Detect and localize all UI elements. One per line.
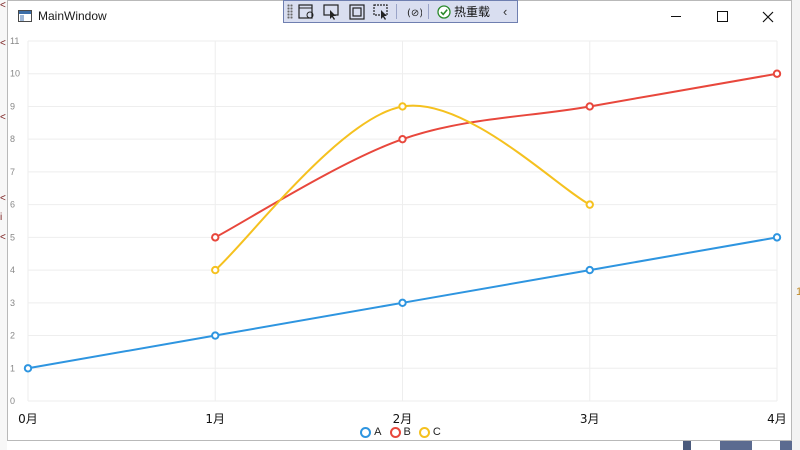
svg-text:(⊘): (⊘) [407,8,422,19]
close-button[interactable] [745,1,791,32]
background-ide-strip: < < < < i < [0,0,7,450]
hot-reload-button[interactable]: 热重载 [434,2,493,21]
app-window-icon [18,10,32,22]
y-tick-label: 5 [10,232,15,242]
legend-marker-icon [360,426,372,438]
y-tick-label: 4 [10,265,15,275]
background-ide-panel: 1 [792,0,800,450]
data-point-c [585,200,594,209]
y-tick-label: 9 [10,101,15,111]
legend-label: B [403,426,411,438]
main-window: MainWindow 0 1 2 3 4 5 6 7 8 9 10 11 0月 1月 2月 3月 4月 ABC [7,0,792,441]
y-tick-label: 1 [10,363,15,373]
y-tick-label: 11 [10,36,19,46]
line-chart: 012345678910110月 1月 2月 3月 4月 [10,36,787,424]
maximize-icon [716,11,728,22]
toolbar-separator [396,4,397,19]
live-tree-icon [298,3,314,19]
maximize-button[interactable] [699,1,745,32]
data-point-b [772,69,782,78]
y-tick-label: 10 [10,69,20,79]
data-point-b [211,233,220,242]
data-point-a [398,298,407,308]
legend-label: C [432,426,441,438]
live-visual-tree-button[interactable] [296,2,318,21]
toolbar-grip-icon[interactable] [287,4,293,19]
y-tick-label: 0 [10,396,15,406]
series-line-b [214,72,778,239]
xaml-debug-toolbar: (⊘) 热重载 ‹ [283,0,518,23]
y-tick-label: 7 [10,167,15,177]
data-point-b [398,134,407,144]
select-element-button[interactable] [321,2,343,21]
data-point-c [398,102,407,111]
legend-item-c[interactable]: C [418,426,441,438]
close-icon [762,11,774,22]
hot-reload-check-icon [437,4,451,19]
data-point-a [23,364,33,373]
select-element-icon [323,3,339,20]
legend-label: A [374,426,382,438]
binding-failure-icon: (⊘) [407,8,422,19]
hot-reload-label: 热重载 [454,5,491,19]
data-point-a [585,265,594,275]
track-focused-element-button[interactable] [371,2,393,21]
legend-marker-icon [389,426,401,438]
y-tick-label: 6 [10,200,15,210]
minimize-icon [671,16,681,17]
data-point-a [211,331,220,340]
y-tick-label: 3 [10,298,15,308]
y-tick-label: 8 [10,134,15,144]
track-focus-icon [373,3,388,20]
data-point-c [211,265,220,275]
layout-adorner-icon [349,3,365,20]
binding-failures-button[interactable]: (⊘) [403,2,425,21]
legend-item-a[interactable]: A [360,426,382,438]
minimize-button[interactable] [653,1,699,32]
y-tick-label: 2 [10,331,15,341]
legend-marker-icon [418,426,430,438]
window-title: MainWindow [38,9,107,23]
chart-legend: A B C [8,423,793,441]
data-point-a [772,233,782,242]
legend-item-b[interactable]: B [389,426,411,438]
background-mark: 1 [796,286,800,298]
collapse-toolbar-icon[interactable]: ‹ [503,4,507,19]
data-point-b [585,102,594,111]
display-layout-adorners-button[interactable] [346,2,368,21]
toolbar-separator [428,4,429,19]
